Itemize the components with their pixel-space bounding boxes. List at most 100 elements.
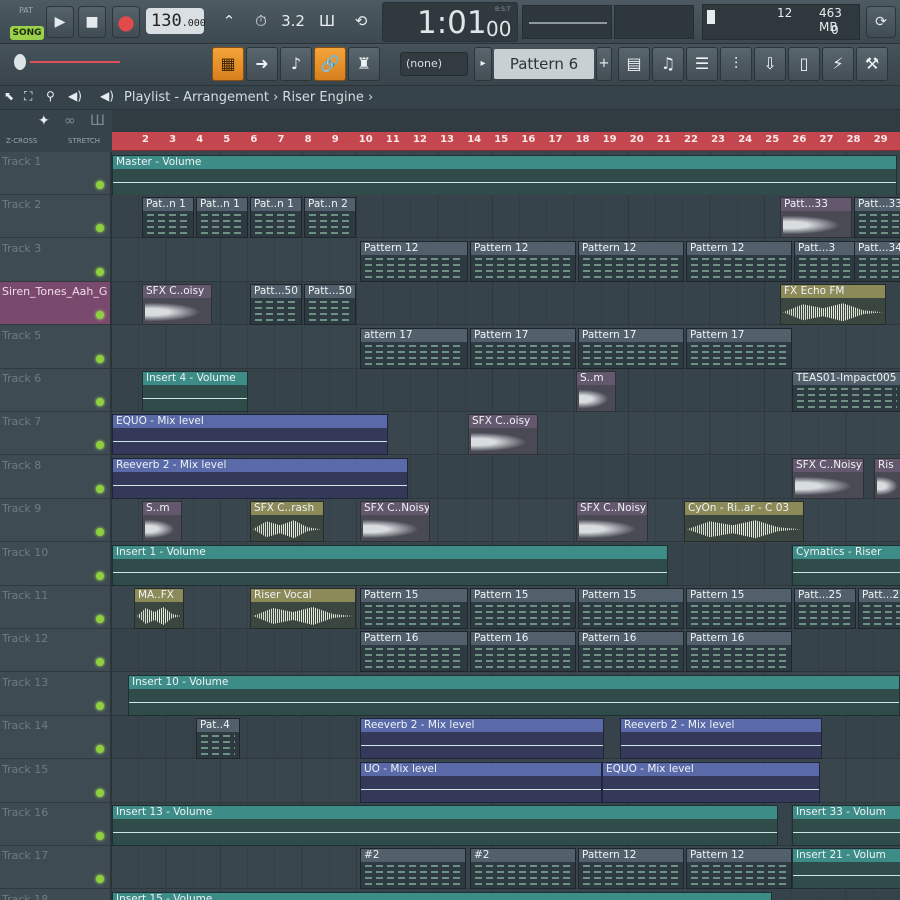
- automation-clip[interactable]: Insert 33 - Volum: [792, 805, 900, 846]
- track-mute-led-icon[interactable]: [96, 224, 104, 233]
- track-mute-led-icon[interactable]: [96, 311, 104, 320]
- pattern-clip[interactable]: Pattern 17: [578, 327, 684, 369]
- add-pattern-button[interactable]: +: [596, 47, 612, 81]
- track-mute-led-icon[interactable]: [96, 484, 104, 493]
- pattern-clip[interactable]: #2: [360, 848, 466, 890]
- track-lane[interactable]: Insert 15 - Volume: [112, 889, 900, 900]
- pat-mode-label[interactable]: PAT: [10, 6, 42, 18]
- track-mute-led-icon[interactable]: [96, 528, 104, 537]
- track-mute-led-icon[interactable]: [96, 788, 104, 797]
- track-header[interactable]: Track 8: [0, 456, 110, 499]
- playlist-options-icon[interactable]: ◀): [100, 89, 114, 103]
- track-lane[interactable]: EQUO - Mix level SFX C..oisy: [112, 412, 900, 456]
- stretch-icon[interactable]: Ш: [90, 113, 105, 129]
- pattern-clip[interactable]: Patt...25: [858, 588, 900, 629]
- crossfade-label[interactable]: Z-CROSS: [6, 137, 37, 145]
- track-header[interactable]: Track 1: [0, 152, 110, 195]
- paint-button[interactable]: ♪: [280, 47, 312, 81]
- automation-clip[interactable]: Insert 21 - Volum: [792, 848, 900, 890]
- track-lane[interactable]: Pattern 12 Pattern 12 Pattern 12 Pattern 12…: [112, 238, 900, 282]
- mixer-icon[interactable]: ⫶: [720, 47, 752, 81]
- song-mode-label[interactable]: SONG: [10, 26, 44, 40]
- track-lane[interactable]: Pat..n 1 Pat..n 1 Pat..n 1 Pat..n 2 Patt...3…: [112, 195, 900, 239]
- automation-clip[interactable]: Insert 15 - Volume: [112, 891, 772, 900]
- audio-clip[interactable]: SFX C..oisy: [468, 414, 538, 456]
- track-lane[interactable]: Insert 10 - Volume: [112, 672, 900, 716]
- automation-clip[interactable]: Insert 1 - Volume: [112, 544, 668, 586]
- track-mute-led-icon[interactable]: [96, 571, 104, 580]
- pattern-clip[interactable]: Patt...33: [854, 197, 900, 239]
- record-button[interactable]: ●: [112, 6, 140, 38]
- track-lane[interactable]: MA..FX Riser Vocal Pattern 15 Pattern 15 Pat…: [112, 586, 900, 629]
- automation-clip[interactable]: Insert 10 - Volume: [128, 674, 900, 716]
- playlist-grid[interactable]: Master - Volume Pat..n 1 Pat..n 1 Pat..n 1P…: [112, 152, 900, 900]
- audio-clip[interactable]: FX Echo FM: [780, 284, 886, 326]
- pattern-clip[interactable]: Pattern 15: [686, 588, 792, 629]
- automation-clip[interactable]: Master - Volume: [112, 155, 897, 196]
- pattern-clip[interactable]: Pattern 12: [686, 240, 792, 282]
- speaker-icon[interactable]: ◀): [68, 89, 82, 103]
- automation-clip[interactable]: Reeverb 2 - Mix level: [360, 718, 604, 760]
- stop-button[interactable]: ■: [78, 6, 106, 38]
- track-mute-led-icon[interactable]: [96, 441, 104, 450]
- pattern-clip[interactable]: TEAS01-Impact005: [792, 371, 900, 412]
- pattern-clip[interactable]: Pattern 12: [578, 848, 684, 890]
- pattern-clip[interactable]: attern 17: [360, 327, 468, 369]
- pattern-clip[interactable]: Pat..n 1: [250, 197, 302, 239]
- pattern-clip[interactable]: Pattern 16: [578, 631, 684, 673]
- automation-clip[interactable]: EQUO - Mix level: [602, 761, 820, 803]
- track-header[interactable]: Track 5: [0, 326, 110, 369]
- browser-icon[interactable]: ⇩: [754, 47, 786, 81]
- track-mute-led-icon[interactable]: [96, 398, 104, 406]
- pattern-selector[interactable]: Pattern 6: [494, 49, 594, 79]
- pattern-clip[interactable]: Patt...50: [250, 284, 302, 326]
- timeline-ruler[interactable]: 2 3 4 5 6 7 8 9 10 11 12 13 14 15 16 17 18 19 20 21 22 23 24 25…: [112, 132, 900, 151]
- automation-clip[interactable]: Insert 4 - Volume: [142, 371, 248, 412]
- track-header[interactable]: Track 2: [0, 195, 110, 239]
- track-lane[interactable]: SFX C..oisy Patt...50 Patt...50 FX Echo FM: [112, 282, 900, 326]
- channel-rack-icon[interactable]: ☰: [686, 47, 718, 81]
- link-button[interactable]: 🔗: [314, 47, 346, 81]
- pattern-clip[interactable]: Pattern 15: [578, 588, 684, 629]
- playlist-icon[interactable]: ▤: [618, 47, 650, 81]
- track-header[interactable]: Track 6: [0, 369, 110, 412]
- pattern-song-mode-switch[interactable]: PAT SONG: [8, 6, 44, 40]
- pattern-prev-button[interactable]: ▸: [474, 47, 492, 81]
- snap-select[interactable]: (none): [400, 52, 468, 76]
- track-lane[interactable]: #2 #2 Pattern 12 Pattern 12 Insert 21 - Volu…: [112, 846, 900, 890]
- track-lane[interactable]: attern 17 Pattern 17 Pattern 17 Pattern 17: [112, 325, 900, 369]
- track-header[interactable]: Track 7: [0, 412, 110, 456]
- track-header[interactable]: Track 18: [0, 890, 110, 900]
- track-mute-led-icon[interactable]: [96, 701, 104, 710]
- pattern-clip[interactable]: Pattern 17: [470, 327, 576, 369]
- track-lane[interactable]: Insert 1 - Volume Cymatics - Riser: [112, 542, 900, 586]
- audio-clip[interactable]: Ris: [874, 457, 900, 499]
- countdown-icon[interactable]: 3.2: [278, 6, 308, 36]
- audio-clip[interactable]: CyOn - Ri..ar - C 03: [684, 501, 804, 543]
- track-header[interactable]: Track 17: [0, 846, 110, 890]
- track-lane[interactable]: Master - Volume: [112, 152, 900, 196]
- overview-strip[interactable]: [112, 110, 900, 132]
- arrow-button[interactable]: ➜: [246, 47, 278, 81]
- track-lane[interactable]: Insert 13 - Volume Insert 33 - Volum: [112, 803, 900, 846]
- track-header[interactable]: Track 3: [0, 239, 110, 282]
- track-lane[interactable]: Pattern 16 Pattern 16 Pattern 16 Pattern 16: [112, 629, 900, 673]
- audio-clip[interactable]: SFX C..Noisy: [792, 457, 864, 499]
- automation-clip[interactable]: UO - Mix level: [360, 761, 602, 803]
- track-mute-led-icon[interactable]: [96, 658, 104, 667]
- stamp-button[interactable]: ♜: [348, 47, 380, 81]
- piano-roll-icon[interactable]: ♫: [652, 47, 684, 81]
- track-mute-led-icon[interactable]: [96, 267, 104, 276]
- track-header[interactable]: Track 14: [0, 716, 110, 760]
- track-lane[interactable]: Reeverb 2 - Mix level SFX C..Noisy Ris: [112, 455, 900, 499]
- audio-clip[interactable]: Riser Vocal: [250, 588, 356, 629]
- audio-clip[interactable]: SFX C..Noisy: [576, 501, 648, 543]
- stretch-label[interactable]: STRETCH: [68, 137, 100, 145]
- pattern-clip[interactable]: Patt...25: [794, 588, 856, 629]
- plugin-icon[interactable]: ⚡: [822, 47, 854, 81]
- arrow-tool-icon[interactable]: ⬉: [4, 89, 14, 103]
- tempo-display[interactable]: 130.000: [146, 8, 206, 34]
- track-mute-led-icon[interactable]: [96, 354, 104, 363]
- track-mute-led-icon[interactable]: [96, 745, 104, 754]
- track-lane[interactable]: UO - Mix level EQUO - Mix level: [112, 759, 900, 803]
